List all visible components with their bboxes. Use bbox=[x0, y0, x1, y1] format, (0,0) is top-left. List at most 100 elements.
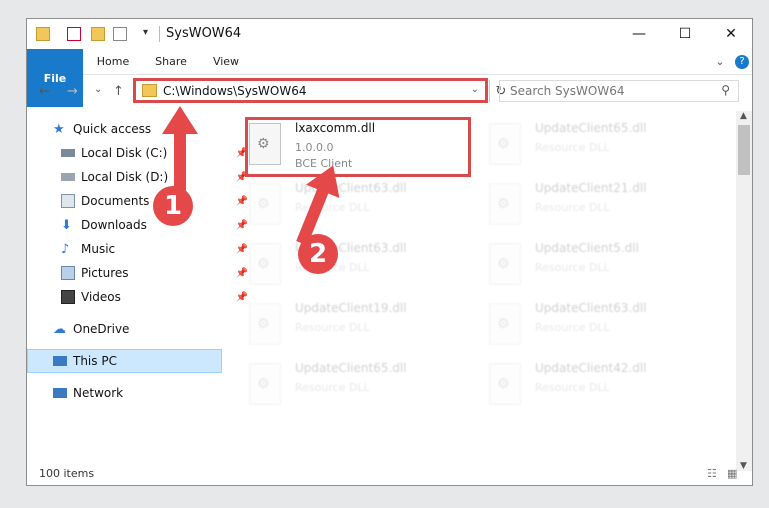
vertical-scrollbar[interactable]: ▲ ▼ bbox=[736, 111, 752, 471]
drive-icon bbox=[61, 149, 75, 157]
address-path: C:\Windows\SysWOW64 bbox=[163, 83, 307, 98]
gear-icon: ⚙ bbox=[497, 316, 510, 332]
tab-share[interactable]: Share bbox=[145, 49, 197, 74]
sidebar-item-local-disk-d[interactable]: Local Disk (D:) 📌 bbox=[27, 165, 256, 189]
tab-home[interactable]: Home bbox=[89, 49, 137, 74]
file-name: UpdateClient5.dll bbox=[535, 241, 639, 255]
maximize-button[interactable]: ☐ bbox=[662, 19, 708, 49]
dll-file-icon: ⚙ bbox=[489, 243, 521, 285]
file-item[interactable]: ⚙ UpdateClient63.dll Resource DLL bbox=[247, 179, 477, 237]
gear-icon: ⚙ bbox=[257, 316, 270, 332]
forward-arrow-icon[interactable]: → bbox=[67, 84, 78, 99]
sidebar-item-network[interactable]: Network bbox=[27, 381, 248, 405]
dll-file-icon: ⚙ bbox=[489, 303, 521, 345]
title-bar: ▾ SysWOW64 — ☐ ✕ bbox=[27, 19, 752, 49]
pictures-icon bbox=[61, 266, 75, 280]
file-item[interactable]: ⚙ UpdateClient19.dll Resource DLL bbox=[247, 299, 477, 357]
large-icons-view-icon[interactable]: ▦ bbox=[727, 467, 737, 480]
file-description: Resource DLL bbox=[535, 261, 610, 274]
file-name: UpdateClient42.dll bbox=[535, 361, 647, 375]
file-item[interactable]: ⚙ UpdateClient5.dll Resource DLL bbox=[487, 239, 717, 297]
search-box[interactable]: ⚲ bbox=[499, 80, 739, 102]
customize-quick-access-icon[interactable] bbox=[113, 27, 127, 41]
ribbon-tabs: File Home Share View ⌄ ? bbox=[27, 49, 752, 107]
documents-icon bbox=[61, 194, 75, 208]
gear-icon: ⚙ bbox=[257, 136, 270, 152]
sidebar-item-documents[interactable]: Documents 📌 bbox=[27, 189, 256, 213]
file-description: Resource DLL bbox=[535, 141, 610, 154]
help-icon-glyph: ? bbox=[735, 54, 749, 69]
sidebar-item-pictures[interactable]: Pictures 📌 bbox=[27, 261, 256, 285]
file-item[interactable]: ⚙ lxaxcomm.dll 1.0.0.0 BCE Client bbox=[247, 119, 477, 177]
file-name: UpdateClient65.dll bbox=[295, 361, 407, 375]
scrollbar-thumb[interactable] bbox=[738, 125, 750, 175]
details-view-icon[interactable]: ☷ bbox=[707, 467, 717, 480]
file-description: Resource DLL bbox=[535, 321, 610, 334]
folder-icon bbox=[36, 27, 50, 41]
sidebar-item-downloads[interactable]: ⬇ Downloads 📌 bbox=[27, 213, 256, 237]
computer-icon bbox=[53, 356, 67, 366]
file-name: UpdateClient21.dll bbox=[535, 181, 647, 195]
scroll-up-icon[interactable]: ▲ bbox=[740, 111, 747, 121]
tab-view[interactable]: View bbox=[203, 49, 249, 74]
dll-file-icon: ⚙ bbox=[249, 303, 281, 345]
file-item[interactable]: ⚙ UpdateClient21.dll Resource DLL bbox=[487, 179, 717, 237]
search-input[interactable] bbox=[508, 83, 712, 99]
sidebar-item-label: This PC bbox=[73, 354, 117, 368]
new-folder-icon[interactable] bbox=[91, 27, 105, 41]
sidebar-item-label: OneDrive bbox=[73, 322, 130, 336]
help-icon[interactable]: ? bbox=[733, 49, 751, 74]
dll-file-icon: ⚙ bbox=[249, 243, 281, 285]
dropdown-icon[interactable]: ▾ bbox=[143, 27, 157, 41]
file-item[interactable]: ⚙ UpdateClient63.dll Resource DLL bbox=[247, 239, 477, 297]
sidebar-item-music[interactable]: ♪ Music 📌 bbox=[27, 237, 256, 261]
folder-icon bbox=[142, 84, 157, 97]
network-icon bbox=[53, 388, 67, 398]
file-item[interactable]: ⚙ UpdateClient42.dll Resource DLL bbox=[487, 359, 717, 417]
sidebar-item-onedrive[interactable]: ☁ OneDrive bbox=[27, 317, 248, 341]
dll-file-icon: ⚙ bbox=[249, 363, 281, 405]
drive-icon bbox=[61, 173, 75, 181]
file-name: UpdateClient63.dll bbox=[535, 301, 647, 315]
up-arrow-icon[interactable]: ↑ bbox=[113, 84, 124, 99]
file-item[interactable]: ⚙ UpdateClient63.dll Resource DLL bbox=[487, 299, 717, 357]
explorer-window: ▾ SysWOW64 — ☐ ✕ File Home Share View ⌄ … bbox=[26, 18, 753, 486]
address-dropdown-icon[interactable]: ⌄ bbox=[471, 84, 479, 95]
gear-icon: ⚙ bbox=[497, 256, 510, 272]
minimize-button[interactable]: — bbox=[616, 19, 662, 49]
back-arrow-icon[interactable]: ← bbox=[39, 84, 50, 99]
recent-locations-icon[interactable]: ⌄ bbox=[94, 84, 102, 95]
sidebar-item-label: Quick access bbox=[73, 122, 152, 136]
dll-file-icon: ⚙ bbox=[249, 123, 281, 165]
sidebar-item-local-disk-c[interactable]: Local Disk (C:) 📌 bbox=[27, 141, 256, 165]
file-description: Resource DLL bbox=[535, 381, 610, 394]
properties-icon[interactable] bbox=[67, 27, 81, 41]
file-name: lxaxcomm.dll bbox=[295, 121, 376, 135]
star-icon: ★ bbox=[53, 122, 65, 137]
file-version: 1.0.0.0 bbox=[295, 141, 334, 154]
sidebar-item-videos[interactable]: Videos 📌 bbox=[27, 285, 256, 309]
sidebar-item-label: Downloads bbox=[81, 218, 147, 232]
gear-icon: ⚙ bbox=[497, 136, 510, 152]
file-item[interactable]: ⚙ UpdateClient65.dll Resource DLL bbox=[247, 359, 477, 417]
sidebar-item-this-pc[interactable]: This PC bbox=[27, 349, 222, 373]
sidebar-item-quick-access[interactable]: ★ Quick access bbox=[27, 117, 248, 141]
film-icon bbox=[61, 290, 75, 304]
file-description: Resource DLL bbox=[535, 201, 610, 214]
annotation-step-2: 2 bbox=[298, 234, 338, 274]
download-arrow-icon: ⬇ bbox=[61, 218, 72, 233]
file-item[interactable]: ⚙ UpdateClient65.dll Resource DLL bbox=[487, 119, 717, 177]
address-bar[interactable]: C:\Windows\SysWOW64 ⌄ bbox=[133, 78, 488, 103]
search-icon: ⚲ bbox=[721, 83, 730, 97]
close-button[interactable]: ✕ bbox=[708, 19, 752, 49]
file-name: UpdateClient19.dll bbox=[295, 301, 407, 315]
file-description: Resource DLL bbox=[295, 381, 370, 394]
file-name: UpdateClient65.dll bbox=[535, 121, 647, 135]
sidebar-item-label: Network bbox=[73, 386, 124, 400]
expand-ribbon-icon[interactable]: ⌄ bbox=[711, 49, 729, 74]
status-bar: 100 items ☷ ▦ bbox=[27, 463, 752, 485]
gear-icon: ⚙ bbox=[257, 256, 270, 272]
sidebar-item-label: Videos bbox=[81, 290, 121, 304]
cloud-icon: ☁ bbox=[53, 322, 66, 337]
sidebar-item-label: Pictures bbox=[81, 266, 129, 280]
